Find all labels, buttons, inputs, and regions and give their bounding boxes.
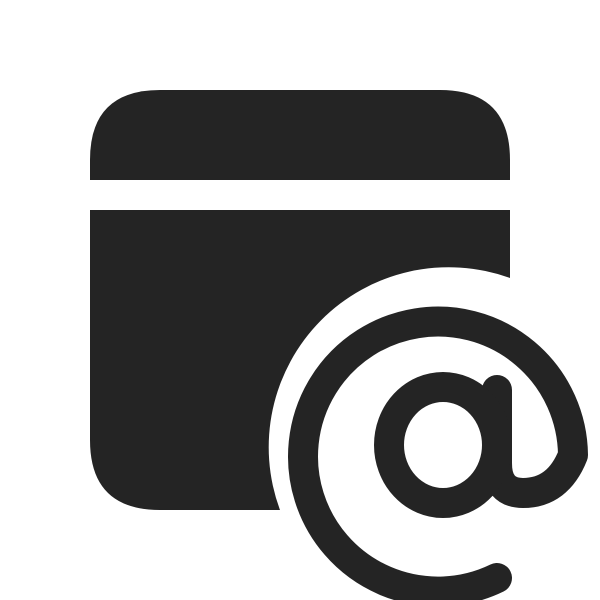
calendar-header-shape <box>90 90 510 180</box>
calendar-mention-icon <box>90 90 588 600</box>
at-sign-icon <box>288 306 588 600</box>
icon-canvas <box>0 0 600 600</box>
at-sign-inner-loop <box>374 372 512 518</box>
at-sign-outer-arc <box>288 306 588 600</box>
